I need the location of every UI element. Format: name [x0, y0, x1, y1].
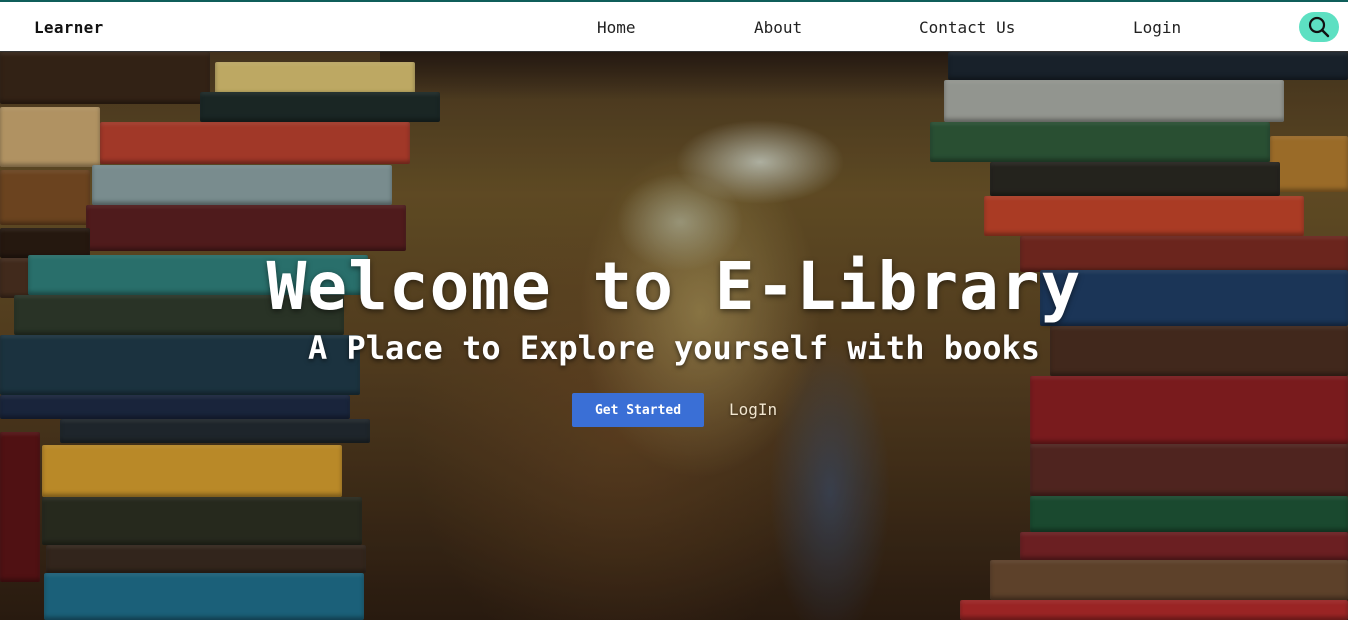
login-link[interactable]: LogIn	[729, 400, 777, 419]
hero-section: Welcome to E-Library A Place to Explore …	[0, 52, 1348, 620]
nav-login-link[interactable]: Login	[1133, 18, 1181, 37]
nav-home-link[interactable]: Home	[597, 18, 636, 37]
nav-about-link[interactable]: About	[754, 18, 802, 37]
search-icon	[1308, 16, 1330, 38]
nav-contact-link[interactable]: Contact Us	[919, 18, 1015, 37]
search-button[interactable]	[1299, 12, 1339, 42]
brand-logo[interactable]: Learner	[34, 18, 104, 37]
hero-title: Welcome to E-Library	[266, 248, 1082, 325]
hero-subtitle: A Place to Explore yourself with books	[307, 329, 1041, 367]
navbar: Learner Home About Contact Us Login	[0, 0, 1348, 52]
get-started-button[interactable]: Get Started	[572, 393, 704, 427]
